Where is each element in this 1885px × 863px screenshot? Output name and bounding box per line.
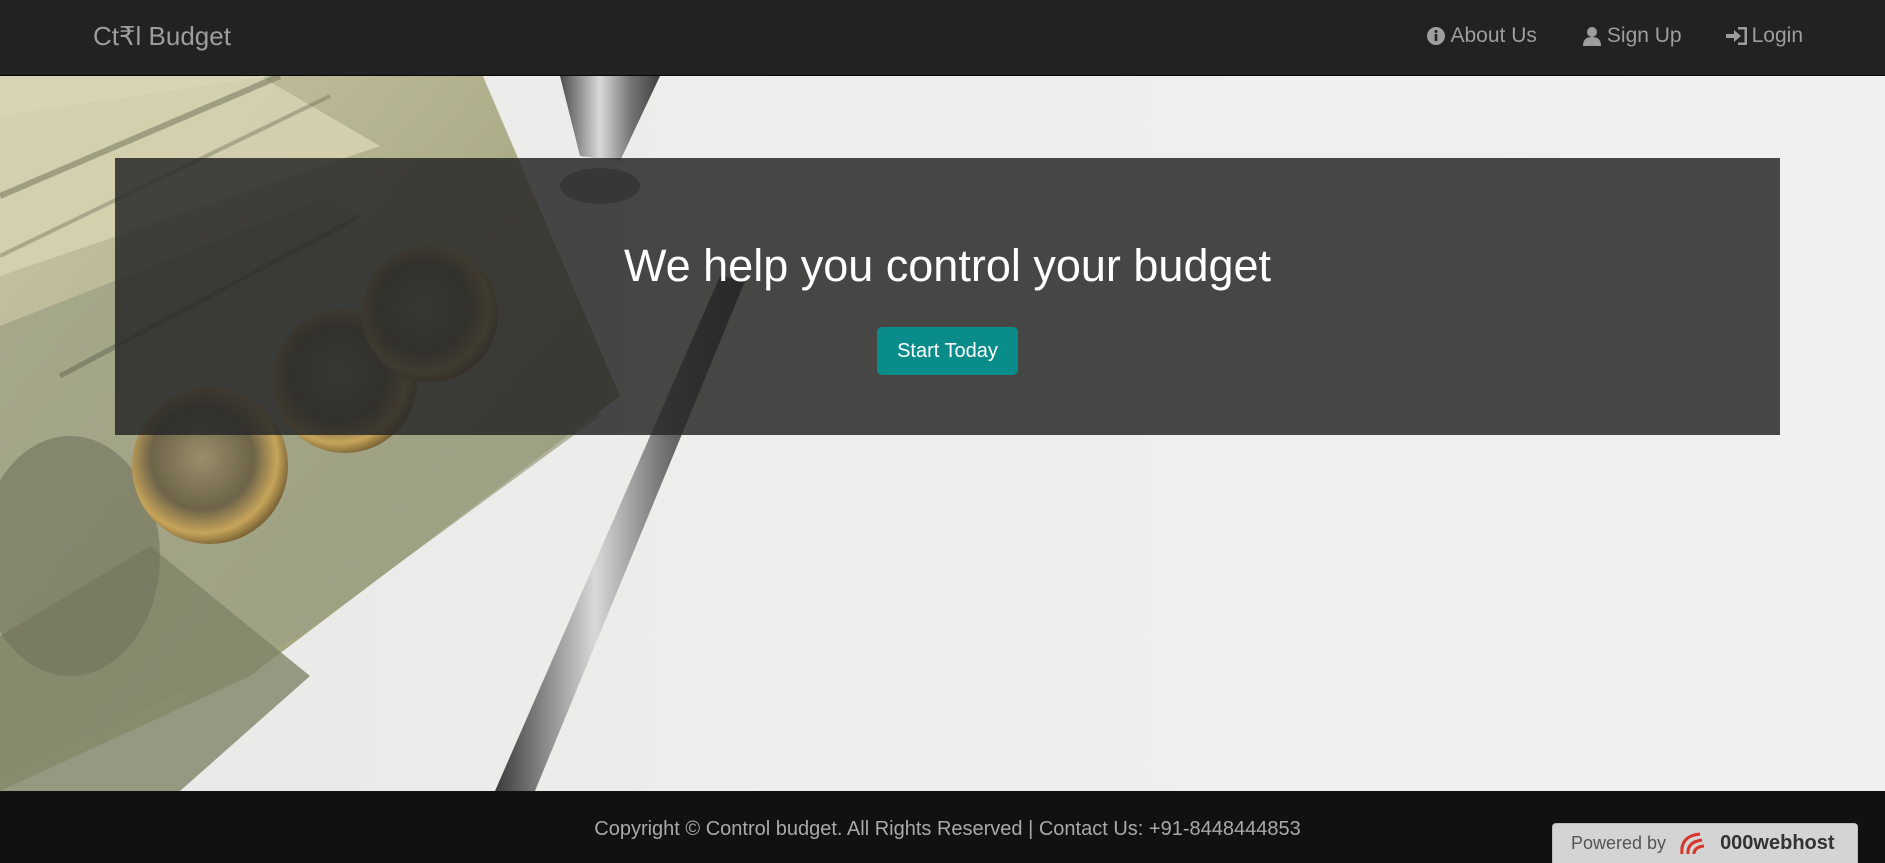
powered-by-brand: 000webhost xyxy=(1720,832,1835,854)
hero-title: We help you control your budget xyxy=(623,240,1272,291)
nav-login[interactable]: Login xyxy=(1725,22,1803,50)
start-today-button[interactable]: Start Today xyxy=(877,327,1018,375)
user-icon xyxy=(1581,25,1603,47)
powered-by-label: Powered by xyxy=(1571,833,1667,853)
nav-login-label: Login xyxy=(1751,24,1803,47)
webhost-logo-icon xyxy=(1678,830,1714,858)
nav-about-us-label: About Us xyxy=(1450,24,1537,47)
info-icon xyxy=(1425,25,1447,47)
login-icon xyxy=(1725,25,1748,47)
top-navbar: Ct₹l Budget About Us Sign Up Login xyxy=(0,0,1885,76)
hero-overlay-box: We help you control your budget Start To… xyxy=(115,158,1780,435)
nav-sign-up-label: Sign Up xyxy=(1606,24,1682,47)
brand-logo-link[interactable]: Ct₹l Budget xyxy=(93,20,231,52)
hero-section: We help you control your budget Start To… xyxy=(0,76,1885,791)
powered-by-badge[interactable]: Powered by 000webhost xyxy=(1552,823,1858,863)
nav-sign-up[interactable]: Sign Up xyxy=(1581,22,1682,50)
nav-links: About Us Sign Up Login xyxy=(1381,22,1803,50)
nav-about-us[interactable]: About Us xyxy=(1425,22,1537,50)
